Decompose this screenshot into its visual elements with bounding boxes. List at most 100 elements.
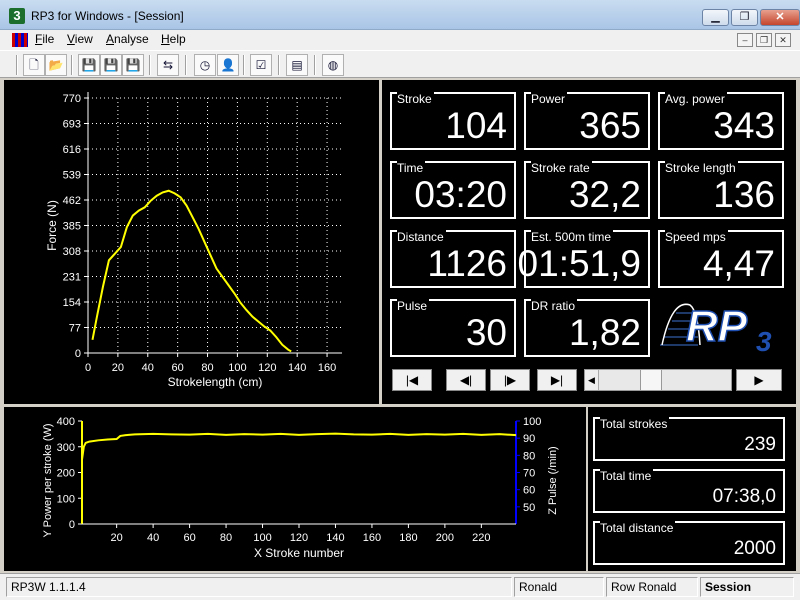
y2-axis-label: Z Pulse (/min)	[547, 446, 559, 514]
metric-card-est-500m-time: Est. 500m time 01:51,9	[518, 230, 650, 288]
maximize-button[interactable]: ❐	[731, 9, 758, 26]
metric-label: Stroke rate	[531, 161, 592, 175]
stroke-scrollbar[interactable]: ◀	[584, 369, 732, 391]
menu-analyse[interactable]: Analyse	[106, 32, 149, 46]
toolbar-separator	[314, 55, 316, 75]
logo-subscript: 3	[756, 326, 772, 353]
menu-help[interactable]: Help	[161, 32, 186, 46]
metric-label: Speed mps	[665, 230, 728, 244]
metric-label: Time	[397, 161, 426, 175]
document-icon[interactable]	[12, 33, 28, 47]
user-icon[interactable]: 👤	[217, 54, 239, 76]
x-tick-label: 20	[112, 362, 124, 374]
total-label: Total strokes	[600, 417, 670, 431]
scroll-left-icon[interactable]: ◀	[585, 370, 599, 390]
power-line	[81, 432, 517, 460]
toolbar-separator	[185, 55, 187, 75]
x-tick-label: 160	[318, 362, 336, 374]
status-bar: RP3W 1.1.1.4 Ronald Row Ronald Session	[0, 573, 800, 600]
force-curve-line	[91, 189, 292, 353]
open-folder-icon[interactable]: 📂	[45, 54, 67, 76]
save-as-icon[interactable]: 💾	[100, 54, 122, 76]
checklist-icon[interactable]: ☑	[250, 54, 272, 76]
metric-value: 4,47	[702, 243, 775, 284]
metric-card-stroke-rate: Stroke rate 32,2	[524, 161, 650, 219]
y-tick-label: 400	[57, 416, 75, 428]
previous-stroke-button[interactable]: ◀|	[446, 369, 486, 391]
y-tick-label: 77	[69, 323, 81, 335]
menu-file[interactable]: File	[35, 32, 54, 46]
minimize-button[interactable]: ▁	[702, 9, 729, 26]
metric-value: 03:20	[414, 174, 507, 215]
scroll-thumb[interactable]	[639, 370, 662, 390]
play-button[interactable]: ▶	[736, 369, 782, 391]
total-card-total-time: Total time 07:38,0	[593, 469, 785, 513]
force-curve-chart: 0 77 154 231 308 385 462 539 616 693 770 0 20 40 60 80 1…	[45, 92, 342, 389]
first-stroke-button[interactable]: |◀	[392, 369, 432, 391]
y-axis-label: Y Power per stroke (W)	[42, 423, 54, 537]
x-tick-label: 200	[436, 532, 454, 544]
metric-card-speed-mps: Speed mps 4,47	[658, 230, 784, 288]
y2-tick-label: 80	[523, 450, 535, 462]
total-value: 239	[744, 434, 776, 455]
total-label: Total distance	[600, 521, 676, 535]
toolbar-separator	[278, 55, 280, 75]
mdi-minimize-button[interactable]: –	[737, 33, 753, 47]
x-tick-label: 80	[201, 362, 213, 374]
x-tick-label: 220	[472, 532, 490, 544]
save-icon[interactable]: 💾	[78, 54, 100, 76]
metric-card-avg-power: Avg. power 343	[658, 92, 784, 150]
y-tick-label: 300	[57, 442, 75, 454]
metric-label: Est. 500m time	[531, 230, 614, 244]
x-tick-label: 60	[172, 362, 184, 374]
y-tick-label: 770	[63, 93, 81, 105]
total-value: 07:38,0	[712, 486, 776, 507]
window-title: RP3 for Windows - [Session]	[31, 9, 184, 23]
mdi-restore-button[interactable]: ❐	[756, 33, 772, 47]
x-tick-label: 180	[399, 532, 417, 544]
chart-icon[interactable]: ▤	[286, 54, 308, 76]
logo-text: RP	[686, 302, 748, 351]
new-file-icon[interactable]: 🗋	[23, 54, 45, 76]
y-tick-label: 539	[63, 170, 81, 182]
next-stroke-button[interactable]: |▶	[490, 369, 530, 391]
x-tick-label: 80	[220, 532, 232, 544]
x-tick-label: 60	[183, 532, 195, 544]
metric-card-dr-ratio: DR ratio 1,82	[524, 299, 650, 357]
save-all-icon[interactable]: 💾	[122, 54, 144, 76]
toolbar-separator	[16, 55, 18, 75]
metric-label: Avg. power	[665, 92, 727, 106]
status-version: RP3W 1.1.1.4	[6, 577, 512, 597]
mdi-close-button[interactable]: ✕	[775, 33, 791, 47]
close-button[interactable]: ✕	[760, 9, 800, 26]
y2-tick-label: 100	[523, 416, 541, 428]
x-tick-label: 120	[258, 362, 276, 374]
toolbar-separator	[71, 55, 73, 75]
rp3-logo: RP 3	[658, 293, 788, 357]
y-tick-label: 0	[75, 348, 81, 360]
x-tick-label: 100	[253, 532, 271, 544]
metric-value: 1126	[427, 243, 507, 284]
x-tick-label: 0	[85, 362, 91, 374]
y2-tick-label: 50	[523, 502, 535, 514]
metric-value: 01:51,9	[517, 243, 641, 284]
timer-icon[interactable]: ◷	[194, 54, 216, 76]
status-view: Session	[700, 577, 794, 597]
globe-icon[interactable]: ◍	[322, 54, 344, 76]
force-curve-panel: 0 77 154 231 308 385 462 539 616 693 770 0 20 40 60 80 1…	[4, 80, 379, 404]
y-tick-label: 462	[63, 195, 81, 207]
y-tick-label: 616	[63, 144, 81, 156]
last-stroke-button[interactable]: ▶|	[537, 369, 577, 391]
metric-label: Stroke length	[665, 161, 738, 175]
y-tick-label: 154	[63, 297, 81, 309]
menu-view[interactable]: View	[67, 32, 93, 46]
status-user: Ronald	[514, 577, 604, 597]
metric-label: Stroke	[397, 92, 434, 106]
x-tick-label: 40	[142, 362, 154, 374]
y-tick-label: 385	[63, 221, 81, 233]
export-icon[interactable]: ⇆	[157, 54, 179, 76]
metric-value: 343	[713, 105, 775, 146]
x-tick-label: 120	[290, 532, 308, 544]
metric-value: 32,2	[568, 174, 641, 215]
metric-label: DR ratio	[531, 299, 578, 313]
